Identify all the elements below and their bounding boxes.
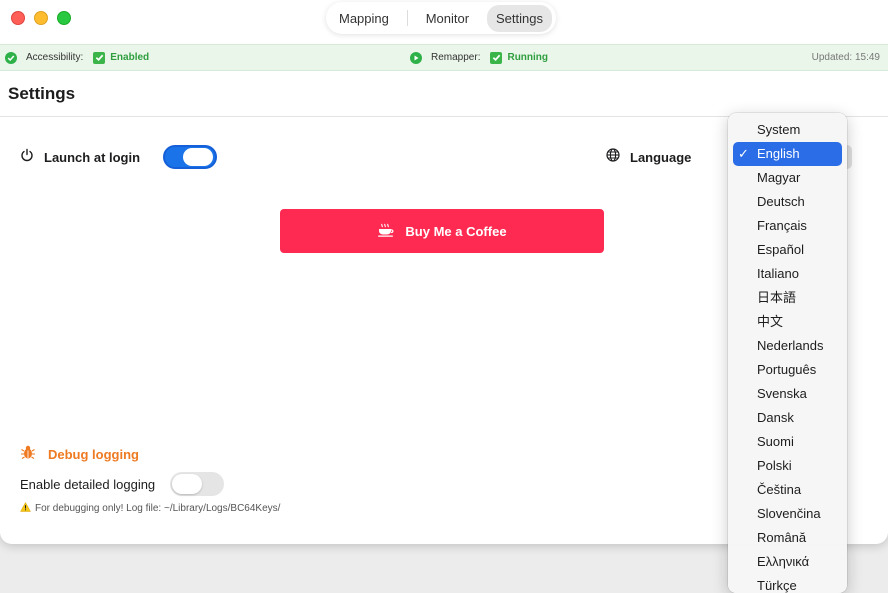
- launch-at-login-toggle[interactable]: [163, 145, 217, 169]
- language-option[interactable]: Deutsch: [733, 190, 842, 214]
- language-option[interactable]: Italiano: [733, 262, 842, 286]
- launch-at-login-label: Launch at login: [44, 149, 141, 165]
- detailed-logging-toggle[interactable]: [170, 472, 224, 496]
- tab-settings[interactable]: Settings: [487, 4, 552, 32]
- debug-logging-title: Debug logging: [48, 446, 139, 462]
- toggle-knob: [172, 474, 202, 494]
- globe-icon: [606, 147, 620, 167]
- language-option[interactable]: Română: [733, 526, 842, 550]
- updated-timestamp: Updated: 15:49: [811, 52, 880, 63]
- language-option[interactable]: Polski: [733, 454, 842, 478]
- bug-icon: [20, 444, 36, 465]
- language-option-selected[interactable]: ✓ English: [733, 142, 842, 166]
- play-circle-icon: [410, 51, 422, 64]
- language-option[interactable]: Svenska: [733, 382, 842, 406]
- language-option[interactable]: Español: [733, 238, 842, 262]
- debug-logging-header: Debug logging: [20, 445, 139, 463]
- accessibility-value: Enabled: [110, 52, 150, 63]
- language-dropdown-menu: System ✓ English Magyar Deutsch Français …: [728, 113, 847, 593]
- language-option[interactable]: System: [733, 118, 842, 142]
- accessibility-status: Accessibility: Enabled: [5, 45, 149, 70]
- power-icon: [20, 148, 34, 167]
- tab-bar: Mapping Monitor Settings: [326, 2, 556, 34]
- status-bar: Accessibility: Enabled Remapper: Running…: [0, 44, 888, 71]
- buy-me-a-coffee-label: Buy Me a Coffee: [405, 223, 507, 239]
- detailed-logging-label: Enable detailed logging: [20, 476, 156, 492]
- language-option[interactable]: Slovenčina: [733, 502, 842, 526]
- launch-at-login-row: Launch at login: [20, 145, 140, 169]
- checkbox-icon: [93, 51, 106, 64]
- language-option[interactable]: 日本語: [733, 286, 842, 310]
- buy-me-a-coffee-button[interactable]: Buy Me a Coffee: [280, 209, 604, 253]
- close-window-button[interactable]: [11, 11, 25, 25]
- tab-mapping[interactable]: Mapping: [330, 5, 398, 32]
- remapper-status: Remapper: Running: [410, 45, 548, 70]
- page-title: Settings: [8, 84, 76, 103]
- remapper-label: Remapper:: [431, 52, 481, 63]
- language-label: Language: [630, 149, 692, 165]
- detailed-logging-row: Enable detailed logging: [20, 472, 155, 496]
- tab-monitor[interactable]: Monitor: [417, 5, 478, 32]
- language-option[interactable]: Dansk: [733, 406, 842, 430]
- language-option[interactable]: Nederlands: [733, 334, 842, 358]
- language-option[interactable]: 中文: [733, 310, 842, 334]
- minimize-window-button[interactable]: [34, 11, 48, 25]
- language-option[interactable]: Suomi: [733, 430, 842, 454]
- check-circle-icon: [5, 51, 17, 64]
- language-option[interactable]: Português: [733, 358, 842, 382]
- title-bar: Mapping Monitor Settings: [0, 0, 888, 44]
- language-option[interactable]: Türkçe: [733, 574, 842, 593]
- tab-divider: [406, 10, 408, 26]
- debug-note-text: For debugging only! Log file: ~/Library/…: [35, 503, 281, 514]
- remapper-value: Running: [507, 52, 549, 63]
- language-row: Language: [606, 145, 691, 169]
- checkbox-icon: [490, 51, 503, 64]
- warning-icon: [20, 501, 31, 515]
- checkmark-icon: ✓: [738, 146, 749, 161]
- language-option[interactable]: Magyar: [733, 166, 842, 190]
- toggle-knob: [183, 148, 213, 166]
- language-option[interactable]: Français: [733, 214, 842, 238]
- zoom-window-button[interactable]: [57, 11, 71, 25]
- language-option[interactable]: Ελληνικά: [733, 550, 842, 574]
- coffee-cup-icon: [377, 223, 395, 240]
- accessibility-label: Accessibility:: [26, 52, 84, 63]
- debug-note: For debugging only! Log file: ~/Library/…: [20, 501, 281, 515]
- language-option[interactable]: Čeština: [733, 478, 842, 502]
